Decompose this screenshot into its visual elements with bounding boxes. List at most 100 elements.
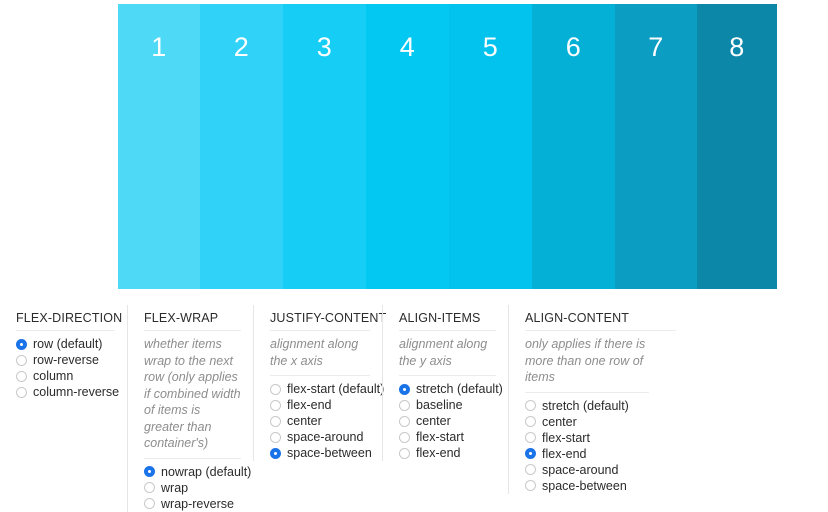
radio-group-align-items: stretch (default) baseline center flex-star… [399,381,503,461]
control-group-title: FLEX-DIRECTION [16,311,122,331]
radio-button-icon[interactable] [270,431,281,443]
radio-button-icon[interactable] [399,447,410,459]
radio-option-align-items-0[interactable]: stretch (default) [399,381,503,397]
flex-item-label: 2 [233,32,250,62]
radio-group-align-content: stretch (default) center flex-start flex-en… [525,398,676,494]
radio-option-label: baseline [416,398,463,412]
flex-item-5: 5 [449,4,532,289]
flex-item-2: 2 [200,4,283,289]
radio-button-icon[interactable] [399,431,410,443]
radio-option-label: center [287,414,322,428]
radio-option-align-items-4[interactable]: flex-end [399,445,496,461]
control-group-align-items: ALIGN-ITEMS alignment along the y axis str… [382,305,508,461]
flex-item-1: 1 [118,4,200,289]
radio-option-label: column [33,369,74,383]
radio-option-justify-content-0[interactable]: flex-start (default) [270,381,384,397]
radio-option-flex-wrap-0[interactable]: nowrap (default) [144,464,251,480]
radio-button-icon[interactable] [525,400,536,411]
control-group-align-content: ALIGN-CONTENT only applies if there is mo… [508,305,688,494]
radio-option-label: space-around [287,430,364,444]
control-group-title: ALIGN-CONTENT [525,311,676,331]
radio-option-justify-content-1[interactable]: flex-end [270,397,370,413]
flex-item-label: 8 [729,32,745,62]
flex-item-label: 6 [565,32,582,62]
radio-option-justify-content-2[interactable]: center [270,413,370,429]
flex-item-label: 3 [316,32,333,62]
radio-button-icon[interactable] [399,399,410,411]
radio-option-label: row (default) [33,337,103,351]
radio-option-align-content-5[interactable]: space-between [525,478,676,494]
radio-button-icon[interactable] [16,386,27,398]
radio-option-label: wrap-reverse [161,496,234,511]
radio-button-icon[interactable] [144,482,155,493]
radio-button-icon[interactable] [270,383,281,395]
radio-option-flex-wrap-1[interactable]: wrap [144,480,241,496]
radio-option-flex-direction-2[interactable]: column [16,368,115,384]
radio-button-icon[interactable] [525,416,536,427]
flex-item-8: 8 [697,4,777,289]
radio-option-flex-direction-1[interactable]: row-reverse [16,352,115,368]
radio-option-label: flex-start [416,430,464,444]
radio-option-align-content-4[interactable]: space-around [525,462,676,478]
control-group-description: alignment along the y axis [399,336,496,376]
flex-item-label: 1 [151,32,167,62]
radio-button-icon[interactable] [270,447,281,459]
flex-item-label: 5 [482,32,499,62]
flex-item-label: 4 [399,32,416,62]
radio-option-label: flex-end [542,446,587,461]
radio-option-align-content-0[interactable]: stretch (default) [525,398,676,414]
control-group-title: ALIGN-ITEMS [399,311,496,331]
radio-option-label: center [416,414,451,428]
radio-option-label: wrap [161,480,189,495]
control-group-description: whether items wrap to the next row (only… [144,336,241,459]
radio-option-label: row-reverse [33,353,99,367]
radio-group-flex-wrap: nowrap (default) wrap wrap-reverse [144,464,251,512]
radio-option-label: column-reverse [33,385,120,399]
control-group-justify-content: JUSTIFY-CONTENT alignment along the x axi… [253,305,386,461]
flex-item-4: 4 [366,4,449,289]
radio-option-align-items-2[interactable]: center [399,413,496,429]
radio-option-flex-direction-3[interactable]: column-reverse [16,384,119,400]
radio-option-label: center [542,414,577,429]
radio-group-justify-content: flex-start (default) flex-end center space-… [270,381,384,461]
radio-button-icon[interactable] [144,466,155,477]
radio-option-label: stretch (default) [416,382,503,396]
radio-button-icon[interactable] [16,354,27,366]
radio-option-label: stretch (default) [542,398,629,413]
radio-button-icon[interactable] [525,480,536,491]
radio-option-label: flex-start [542,430,590,445]
radio-option-label: nowrap (default) [161,464,252,479]
radio-option-justify-content-4[interactable]: space-between [270,445,372,461]
control-group-flex-direction: FLEX-DIRECTION row (default) row-reverse co… [0,305,127,400]
radio-button-icon[interactable] [16,370,27,382]
control-group-title: FLEX-WRAP [144,311,241,331]
radio-option-align-content-1[interactable]: center [525,414,676,430]
flex-controls-panel: FLEX-DIRECTION row (default) row-reverse co… [0,305,828,512]
radio-option-align-items-3[interactable]: flex-start [399,429,496,445]
flex-item-label: 7 [648,32,664,62]
flex-item-7: 7 [615,4,697,289]
radio-option-align-items-1[interactable]: baseline [399,397,496,413]
radio-button-icon[interactable] [399,383,410,395]
radio-option-flex-direction-0[interactable]: row (default) [16,336,115,352]
radio-button-icon[interactable] [144,498,155,509]
radio-option-align-content-2[interactable]: flex-start [525,430,676,446]
radio-button-icon[interactable] [270,415,281,427]
radio-option-flex-wrap-2[interactable]: wrap-reverse [144,496,241,512]
radio-group-flex-direction: row (default) row-reverse column column-rev… [16,336,119,400]
radio-option-justify-content-3[interactable]: space-around [270,429,370,445]
flex-item-3: 3 [283,4,366,289]
radio-option-align-content-3[interactable]: flex-end [525,446,676,462]
radio-option-label: flex-end [287,398,332,412]
radio-button-icon[interactable] [399,415,410,427]
flex-item-6: 6 [532,4,615,289]
control-group-title: JUSTIFY-CONTENT [270,311,386,331]
radio-button-icon[interactable] [525,448,536,459]
radio-option-label: space-between [287,446,372,460]
radio-button-icon[interactable] [525,464,536,475]
radio-button-icon[interactable] [16,338,27,350]
radio-button-icon[interactable] [525,432,536,443]
radio-option-label: space-between [542,478,627,493]
control-group-description: only applies if there is more than one r… [525,336,649,393]
radio-button-icon[interactable] [270,399,281,411]
